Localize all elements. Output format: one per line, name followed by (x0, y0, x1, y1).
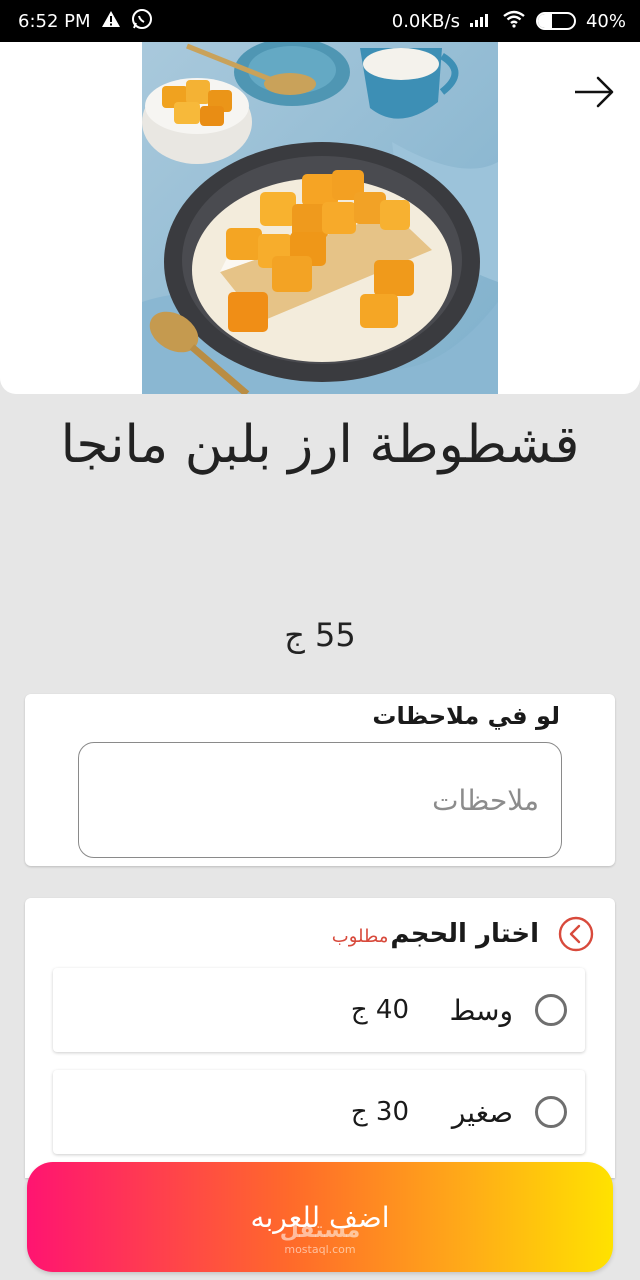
notes-heading: لو في ملاحظات (372, 702, 560, 730)
add-to-cart-button[interactable]: اضف للعربه (27, 1162, 613, 1272)
back-arrow-button[interactable] (572, 70, 616, 114)
status-time: 6:52 PM (18, 10, 91, 32)
option-name: وسط (449, 993, 513, 1027)
required-badge: مطلوب (331, 926, 389, 947)
size-section-title: اختار الحجم مطلوب (332, 919, 539, 949)
product-title: قشطوطة ارز بلبن مانجا (60, 415, 580, 475)
whatsapp-icon (131, 8, 153, 35)
status-bar: 6:52 PM 0.0KB/s 40% (0, 0, 640, 42)
warning-icon (101, 10, 121, 33)
size-title-text: اختار الحجم (390, 919, 539, 949)
size-card: اختار الحجم مطلوب وسط 40 ج صغير 30 ج (25, 898, 615, 1178)
signal-icon (469, 11, 492, 32)
network-speed: 0.0KB/s (391, 10, 460, 32)
arrow-right-icon (575, 76, 614, 108)
status-left: 6:52 PM (18, 8, 153, 35)
size-option-medium[interactable]: وسط 40 ج (53, 968, 585, 1052)
product-photo (142, 42, 498, 394)
option-price: 40 ج (350, 995, 409, 1025)
hero-card (0, 42, 640, 394)
size-header: اختار الحجم مطلوب (332, 914, 595, 954)
notes-input[interactable] (78, 742, 562, 858)
option-name: صغير (451, 1095, 513, 1129)
status-right: 0.0KB/s 40% (392, 10, 626, 33)
product-price: 55 ج (284, 616, 356, 654)
battery-icon (535, 12, 576, 30)
radio-button[interactable] (535, 1096, 567, 1128)
chevron-left-icon (558, 916, 594, 952)
wifi-icon (502, 10, 526, 33)
size-option-small[interactable]: صغير 30 ج (53, 1070, 585, 1154)
battery-percent: 40% (585, 10, 626, 32)
option-price: 30 ج (350, 1097, 409, 1127)
collapse-toggle-button[interactable] (557, 915, 595, 953)
radio-button[interactable] (535, 994, 567, 1026)
battery-fill (537, 14, 553, 28)
notes-card: لو في ملاحظات (25, 694, 615, 866)
